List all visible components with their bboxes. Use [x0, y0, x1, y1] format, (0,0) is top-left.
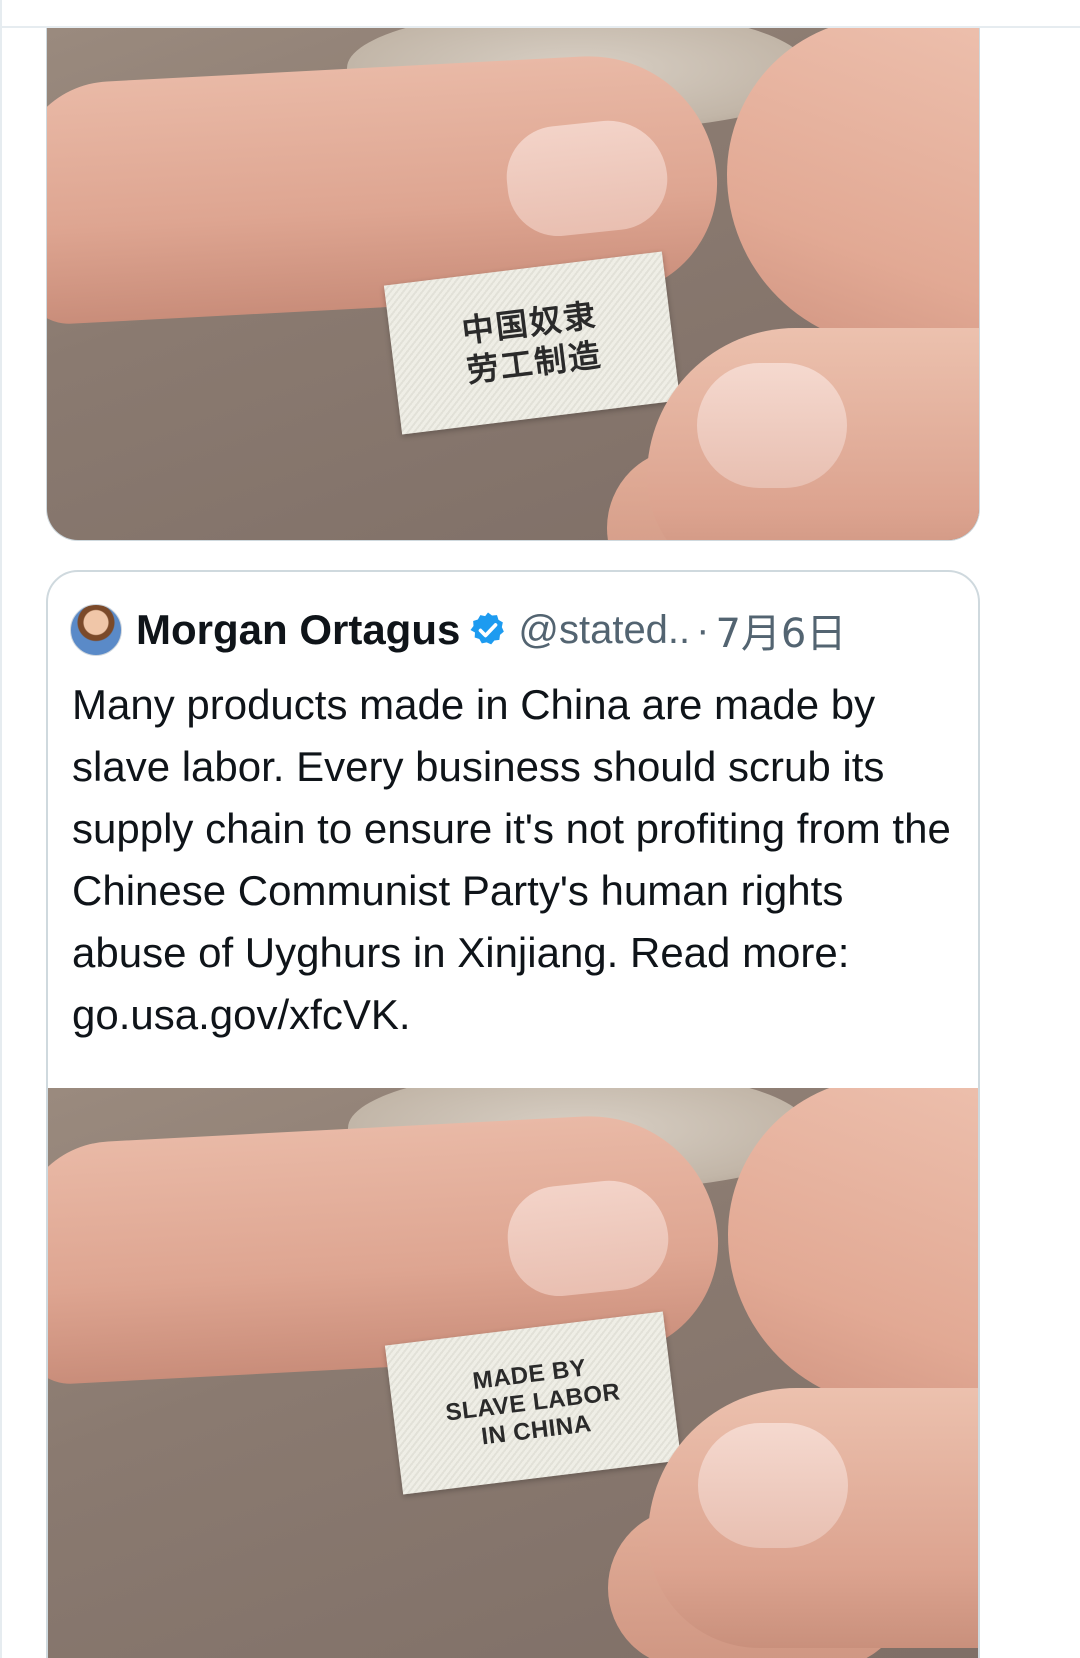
- author-handle[interactable]: @stated..: [518, 608, 690, 653]
- nail-shape: [698, 1423, 848, 1548]
- tweet-date[interactable]: 7月6日: [715, 601, 846, 659]
- author-name[interactable]: Morgan Ortagus: [136, 606, 460, 654]
- nail-shape: [697, 363, 847, 488]
- quoted-tweet-text: Many products made in China are made by …: [72, 681, 951, 1038]
- separator-dot: ·: [696, 607, 710, 652]
- avatar[interactable]: [70, 604, 122, 656]
- tweet-media-image[interactable]: 中国奴隶 劳工制造: [46, 28, 980, 541]
- finger-shape: [728, 1088, 978, 1408]
- quoted-tweet-card[interactable]: Morgan Ortagus @stated.. · 7月6日 Many pro…: [46, 570, 980, 1658]
- quoted-tweet-header: Morgan Ortagus @stated.. · 7月6日: [70, 602, 846, 658]
- finger-shape: [727, 28, 979, 348]
- timeline-divider: [0, 0, 2, 1658]
- verified-badge-icon: [468, 610, 508, 650]
- tweet-detail-view: 中国奴隶 劳工制造 Morgan Ortagus @stated.. · 7月6…: [0, 0, 1080, 1658]
- quoted-tweet-media-image[interactable]: MADE BY SLAVE LABOR IN CHINA: [48, 1088, 978, 1658]
